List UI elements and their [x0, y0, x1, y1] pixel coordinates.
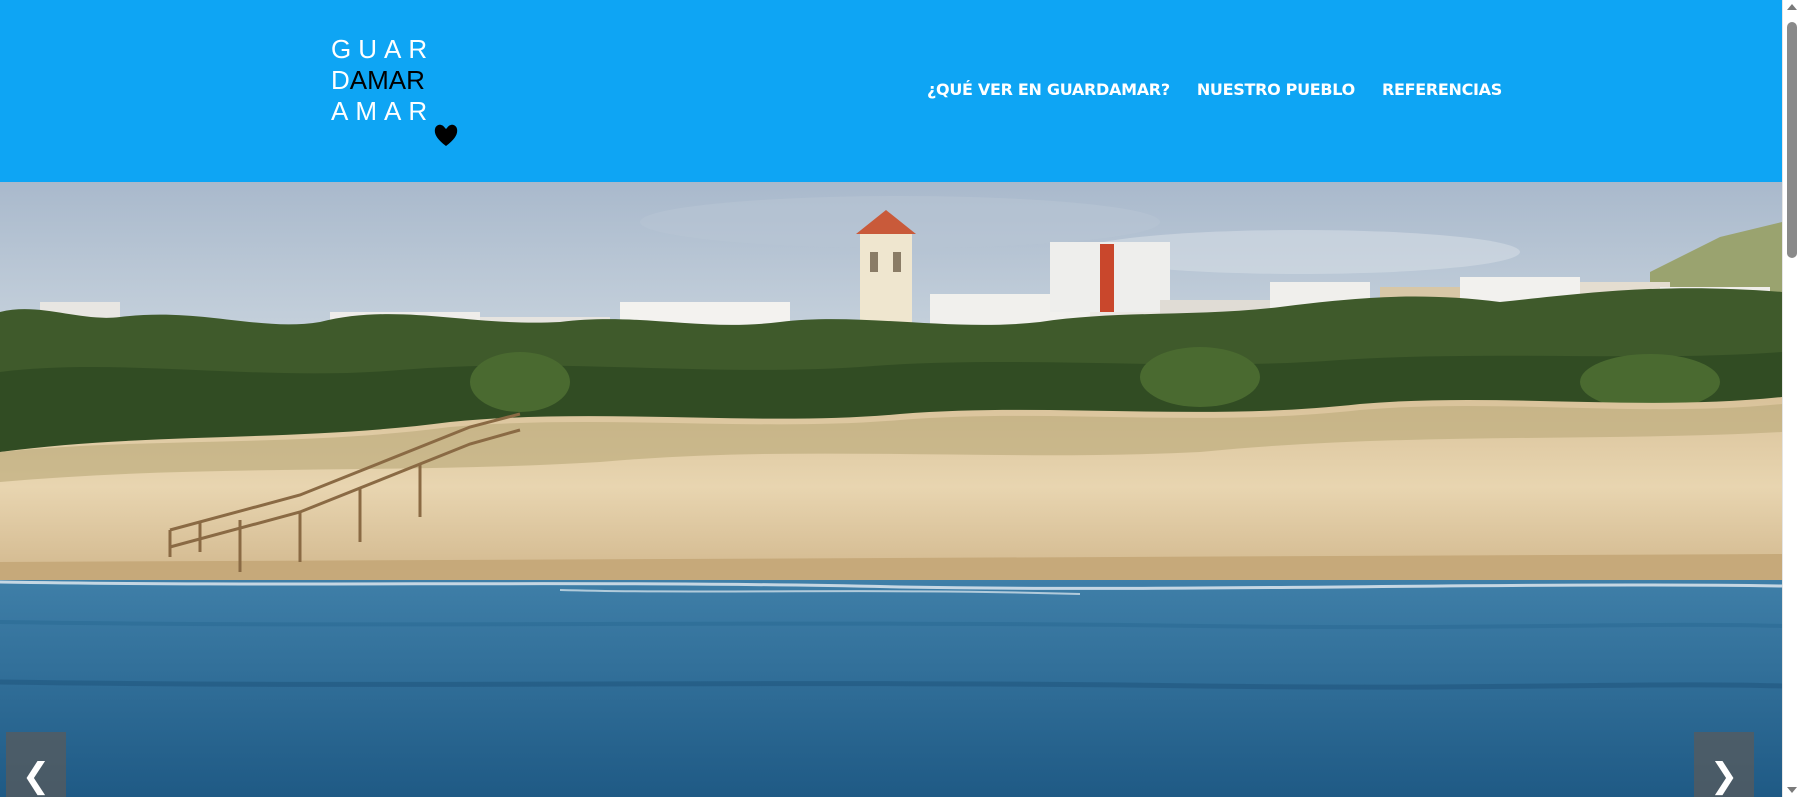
page: GUAR DAMAR AMAR ¿QUÉ VER EN GUARDAMAR? N…: [0, 0, 1782, 797]
slider-next-button[interactable]: ❯: [1694, 732, 1754, 797]
vertical-scrollbar[interactable]: [1782, 0, 1800, 797]
heart-icon: [434, 124, 458, 146]
hero-slider: ❮ ❯: [0, 182, 1782, 797]
slider-prev-button[interactable]: ❮: [6, 732, 66, 797]
site-header: GUAR DAMAR AMAR ¿QUÉ VER EN GUARDAMAR? N…: [0, 0, 1782, 182]
main-nav: ¿QUÉ VER EN GUARDAMAR? NUESTRO PUEBLO RE…: [927, 80, 1502, 99]
logo-line-2: DAMAR: [331, 65, 471, 96]
scroll-down-arrow-icon[interactable]: [1787, 787, 1797, 793]
logo-line-1: GUAR: [331, 34, 435, 64]
logo-line-2-first: D: [331, 65, 350, 95]
scroll-up-arrow-icon[interactable]: [1787, 4, 1797, 10]
nav-item-nuestro-pueblo[interactable]: NUESTRO PUEBLO: [1197, 80, 1355, 99]
scroll-thumb[interactable]: [1787, 22, 1797, 258]
logo-line-2-rest: AMAR: [349, 65, 425, 95]
nav-item-referencias[interactable]: REFERENCIAS: [1382, 80, 1502, 99]
nav-item-que-ver[interactable]: ¿QUÉ VER EN GUARDAMAR?: [927, 80, 1170, 99]
hero-image: [0, 182, 1782, 797]
site-logo[interactable]: GUAR DAMAR AMAR: [331, 34, 471, 154]
